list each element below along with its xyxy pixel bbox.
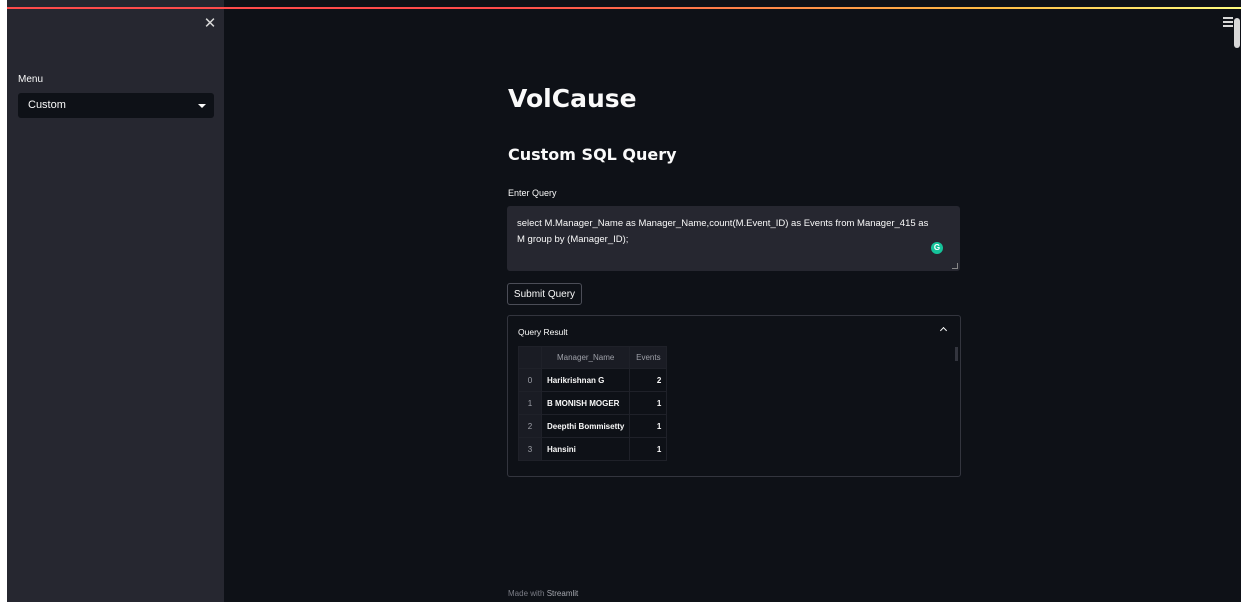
section-subtitle: Custom SQL Query — [508, 145, 677, 164]
table-row: 0 Harikrishnan G 2 — [518, 368, 668, 392]
table-row: 2 Deepthi Bommisetty 1 — [518, 414, 668, 438]
cell-events[interactable]: 1 — [629, 414, 668, 438]
table-scrollbar[interactable] — [955, 347, 958, 361]
chevron-down-icon — [198, 104, 206, 108]
table-row: 3 Hansini 1 — [518, 437, 668, 461]
cell-manager-name[interactable]: Hansini — [540, 437, 631, 461]
footer: Made with Streamlit — [508, 589, 578, 598]
cell-manager-name[interactable]: B MONISH MOGER — [540, 391, 631, 415]
close-icon[interactable]: ✕ — [203, 16, 217, 32]
outer-frame-left — [0, 0, 7, 602]
sidebar: ✕ Menu Custom — [7, 0, 224, 602]
column-header-index[interactable] — [518, 346, 542, 369]
page-scrollbar[interactable] — [1233, 0, 1241, 602]
chevron-up-icon[interactable] — [939, 326, 948, 335]
footer-brand-link[interactable]: Streamlit — [547, 589, 579, 598]
resize-handle-icon[interactable] — [952, 263, 958, 269]
cell-events[interactable]: 2 — [629, 368, 668, 392]
scrollbar-thumb[interactable] — [1234, 18, 1240, 48]
column-header-events[interactable]: Events — [629, 346, 668, 369]
expander-header[interactable]: Query Result — [508, 316, 960, 346]
cell-events[interactable]: 1 — [629, 437, 668, 461]
query-label: Enter Query — [508, 188, 557, 198]
table-header-row: Manager_Name Events — [518, 346, 668, 369]
page-title: VolCause — [508, 84, 637, 113]
grammarly-icon[interactable]: G — [931, 242, 943, 254]
row-index: 3 — [518, 437, 542, 461]
row-index: 1 — [518, 391, 542, 415]
column-header-manager-name[interactable]: Manager_Name — [540, 346, 631, 369]
cell-manager-name[interactable]: Harikrishnan G — [540, 368, 631, 392]
query-text[interactable]: select M.Manager_Name as Manager_Name,co… — [517, 216, 937, 248]
top-decoration-bar — [7, 7, 1241, 9]
result-table: Manager_Name Events 0 Harikrishnan G 2 1… — [518, 346, 668, 461]
query-result-expander: Query Result Manager_Name Events 0 Harik… — [507, 315, 961, 477]
query-textarea[interactable]: select M.Manager_Name as Manager_Name,co… — [507, 206, 960, 271]
menu-label: Menu — [18, 74, 44, 85]
main-content: VolCause Custom SQL Query Enter Query se… — [224, 0, 1241, 602]
table-row: 1 B MONISH MOGER 1 — [518, 391, 668, 415]
row-index: 0 — [518, 368, 542, 392]
footer-prefix: Made with — [508, 589, 545, 598]
submit-query-button[interactable]: Submit Query — [507, 283, 582, 305]
menu-selected-value: Custom — [28, 99, 66, 111]
expander-title: Query Result — [518, 327, 568, 337]
cell-events[interactable]: 1 — [629, 391, 668, 415]
row-index: 2 — [518, 414, 542, 438]
hamburger-menu-icon[interactable] — [1223, 17, 1233, 29]
menu-select[interactable]: Custom — [18, 93, 214, 118]
cell-manager-name[interactable]: Deepthi Bommisetty — [540, 414, 631, 438]
outer-frame-right — [1241, 0, 1255, 602]
